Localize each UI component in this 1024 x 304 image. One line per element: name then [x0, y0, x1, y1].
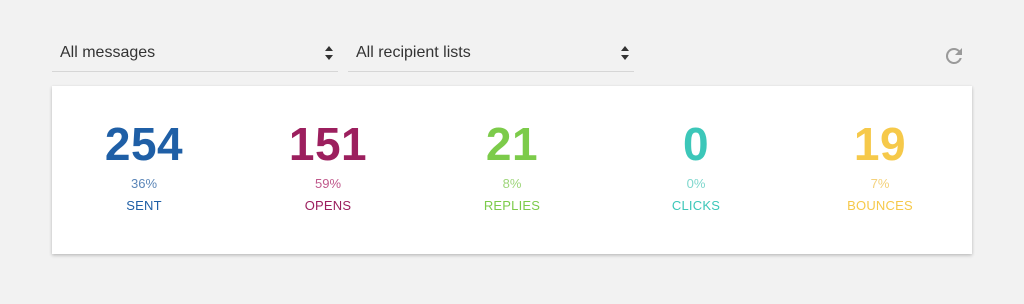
recipient-lists-select[interactable]: All recipient lists — [348, 36, 634, 72]
stat-percent: 8% — [502, 176, 522, 191]
filter-bar: All messages All recipient lists — [52, 36, 972, 74]
refresh-button[interactable] — [942, 44, 966, 68]
stat-value: 151 — [288, 118, 368, 170]
stat-percent: 7% — [870, 176, 890, 191]
stat-label: BOUNCES — [847, 198, 913, 213]
sort-arrows-icon — [621, 46, 629, 60]
stat-clicks[interactable]: 0 0% CLICKS — [604, 86, 788, 254]
recipient-lists-select-value: All recipient lists — [356, 44, 471, 61]
stat-label: OPENS — [304, 198, 352, 213]
stat-percent: 36% — [130, 176, 158, 191]
stat-label: CLICKS — [671, 198, 721, 213]
messages-select-value: All messages — [60, 44, 156, 61]
stat-label: REPLIES — [483, 198, 541, 213]
sort-arrows-icon — [325, 46, 333, 60]
stat-label: SENT — [126, 198, 162, 213]
stat-value: 21 — [485, 118, 539, 170]
refresh-icon — [945, 47, 962, 64]
stat-value: 0 — [682, 118, 710, 170]
stat-bounces[interactable]: 19 7% BOUNCES — [788, 86, 972, 254]
stat-opens[interactable]: 151 59% OPENS — [236, 86, 420, 254]
stat-replies[interactable]: 21 8% REPLIES — [420, 86, 604, 254]
messages-select[interactable]: All messages — [52, 36, 338, 72]
stat-value: 254 — [104, 118, 184, 170]
stat-percent: 59% — [314, 176, 342, 191]
stat-sent[interactable]: 254 36% SENT — [52, 86, 236, 254]
stat-percent: 0% — [686, 176, 706, 191]
stats-card: 254 36% SENT 151 59% OPENS 21 8% REPLIES… — [52, 86, 972, 254]
stat-value: 19 — [853, 118, 907, 170]
